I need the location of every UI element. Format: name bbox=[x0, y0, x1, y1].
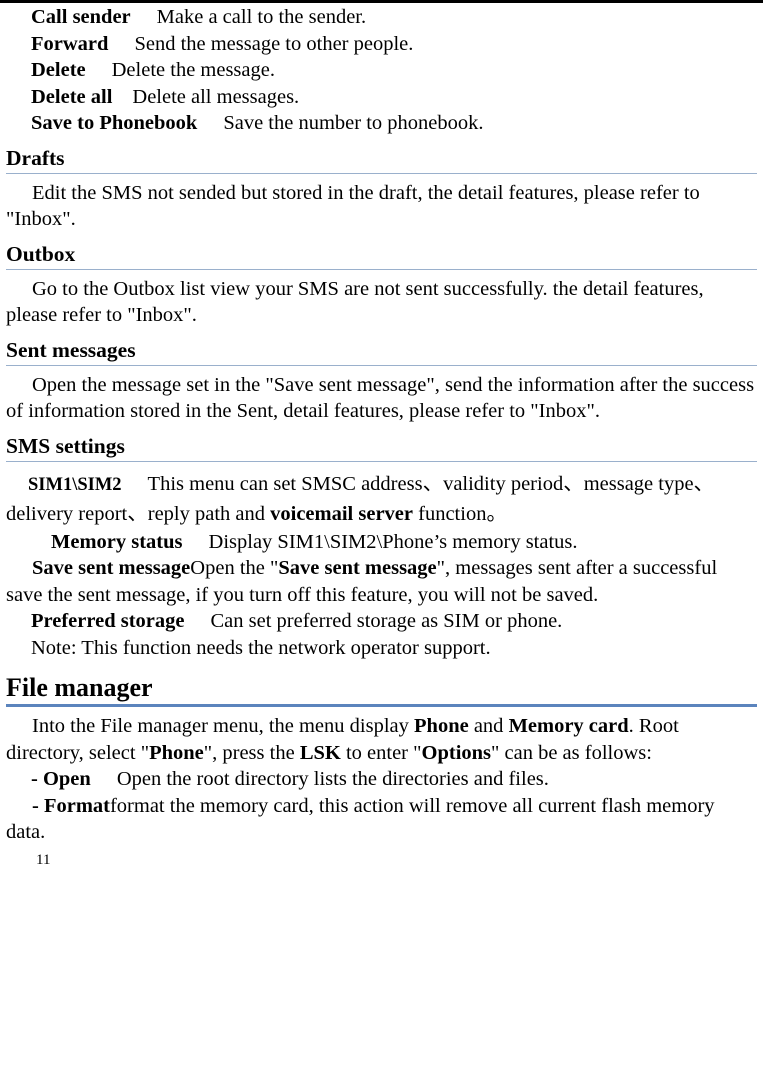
open-desc: Open the root directory lists the direct… bbox=[116, 768, 549, 790]
intro-part5: to enter " bbox=[340, 741, 422, 764]
section-heading-sms-settings: SMS settings bbox=[6, 425, 757, 462]
section-body-outbox: Go to the Outbox list view your SMS are … bbox=[6, 270, 757, 329]
section-body-drafts: Edit the SMS not sended but stored in th… bbox=[6, 174, 757, 233]
file-manager-intro: Into the File manager menu, the menu dis… bbox=[6, 707, 757, 766]
sms-setting-memory-status: Memory status Display SIM1\SIM2\Phone’s m… bbox=[6, 529, 757, 556]
paragraph-text: Go to the Outbox list view your SMS are … bbox=[6, 277, 704, 327]
option-desc: Make a call to the sender. bbox=[156, 6, 367, 28]
paragraph-text: Edit the SMS not sended but stored in th… bbox=[6, 181, 700, 231]
option-term: Save to Phonebook bbox=[31, 112, 198, 134]
intro-bold-lsk: LSK bbox=[299, 741, 341, 764]
option-desc: Delete all messages. bbox=[132, 85, 300, 108]
option-term: Forward bbox=[31, 32, 109, 55]
sms-setting-preferred-storage: Preferred storage Can set preferred stora… bbox=[6, 608, 757, 635]
intro-bold-memory-card: Memory card bbox=[508, 715, 629, 737]
sim-term: SIM1\SIM2 bbox=[28, 474, 122, 495]
intro-bold-phone: Phone bbox=[414, 715, 469, 737]
option-desc: Save the number to phonebook. bbox=[223, 112, 484, 134]
format-desc: format the memory card, this action will… bbox=[6, 794, 715, 844]
list-item: Delete Delete the message. bbox=[6, 57, 757, 84]
sim-text-bold: voicemail server bbox=[270, 502, 413, 525]
option-term: Delete all bbox=[31, 85, 113, 108]
save-sent-text-part1: Open the " bbox=[190, 557, 279, 579]
sim-text-part2: function。 bbox=[413, 502, 507, 525]
section-heading-sent-messages: Sent messages bbox=[6, 329, 757, 366]
intro-bold-options: Options bbox=[421, 741, 492, 764]
memory-status-desc: Display SIM1\SIM2\Phone’s memory status. bbox=[208, 530, 578, 553]
intro-bold-phone-2: Phone bbox=[149, 741, 204, 764]
intro-part4: ", press the bbox=[203, 741, 300, 764]
file-manager-option-open: - Open Open the root directory lists the … bbox=[6, 766, 757, 793]
sms-setting-note: Note: This function needs the network op… bbox=[31, 636, 491, 659]
save-sent-message-term: Save sent message bbox=[32, 557, 191, 579]
manual-page: Call sender Make a call to the sender. Fo… bbox=[0, 0, 763, 1088]
section-heading-drafts: Drafts bbox=[6, 137, 757, 174]
page-content: Call sender Make a call to the sender. Fo… bbox=[6, 0, 757, 870]
option-term: Call sender bbox=[31, 6, 131, 28]
preferred-storage-desc: Can set preferred storage as SIM or phon… bbox=[210, 610, 563, 632]
paragraph-text: Open the message set in the "Save sent m… bbox=[6, 373, 755, 423]
sms-setting-save-sent-message: Save sent messageOpen the "Save sent mes… bbox=[6, 555, 757, 608]
sms-setting-sim: SIM1\SIM2 This menu can set SMSC address、… bbox=[6, 462, 757, 529]
section-heading-outbox: Outbox bbox=[6, 233, 757, 270]
open-term: - Open bbox=[31, 768, 91, 790]
page-number: 11 bbox=[36, 851, 51, 868]
list-item: Delete all Delete all messages. bbox=[6, 84, 757, 111]
list-item: Save to Phonebook Save the number to phon… bbox=[6, 110, 757, 137]
save-sent-bold: Save sent message bbox=[278, 557, 437, 579]
preferred-storage-term: Preferred storage bbox=[31, 610, 185, 632]
memory-status-term: Memory status bbox=[51, 530, 183, 553]
file-manager-option-format: - Formatformat the memory card, this act… bbox=[6, 793, 757, 846]
list-item: Forward Send the message to other people. bbox=[6, 31, 757, 58]
inbox-options-list: Call sender Make a call to the sender. Fo… bbox=[6, 4, 757, 137]
intro-part2: and bbox=[468, 715, 509, 737]
intro-part6: " can be as follows: bbox=[491, 741, 652, 764]
page-top-edge-bar bbox=[0, 0, 763, 3]
intro-part1: Into the File manager menu, the menu dis… bbox=[32, 715, 415, 737]
section-body-sent-messages: Open the message set in the "Save sent m… bbox=[6, 366, 757, 425]
option-desc: Delete the message. bbox=[111, 59, 275, 81]
format-term: - Format bbox=[32, 794, 110, 817]
list-item: Call sender Make a call to the sender. bbox=[6, 4, 757, 31]
option-term: Delete bbox=[31, 59, 86, 81]
section-heading-file-manager: File manager bbox=[6, 661, 757, 707]
option-desc: Send the message to other people. bbox=[134, 32, 414, 55]
